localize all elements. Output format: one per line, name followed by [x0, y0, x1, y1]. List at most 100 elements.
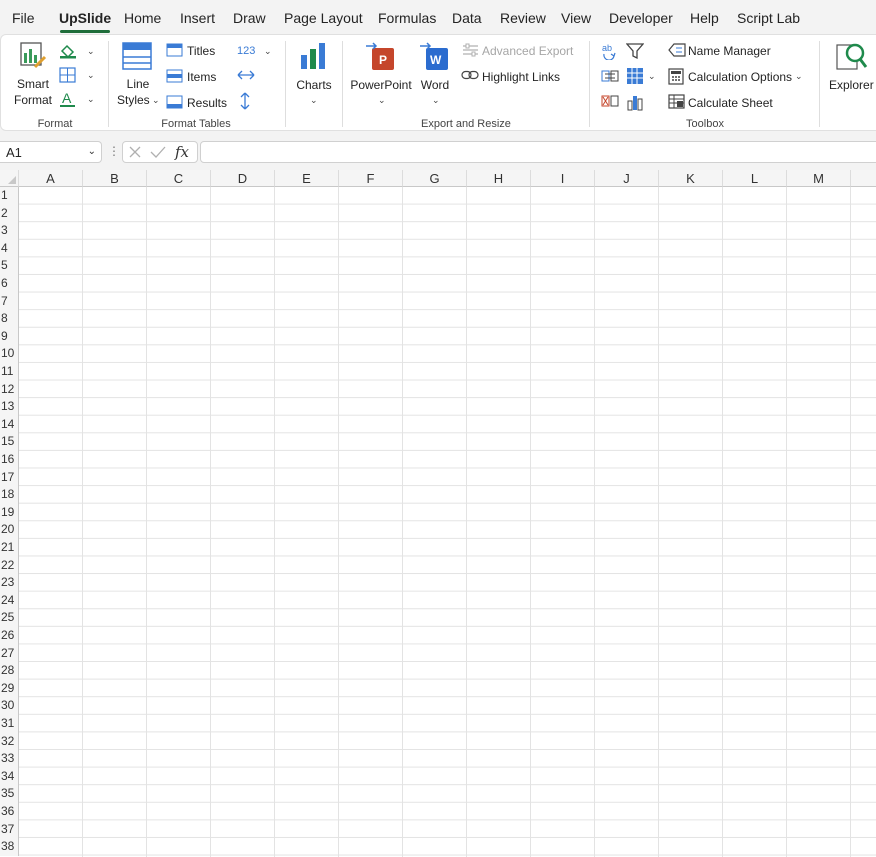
font-color-icon[interactable]: A	[59, 90, 77, 108]
row-header[interactable]: 25	[0, 609, 19, 627]
spell-check-icon[interactable]: ab	[601, 42, 619, 60]
row-header[interactable]: 10	[0, 345, 19, 363]
row-header[interactable]: 13	[0, 398, 19, 416]
name-manager-label: Name Manager	[688, 44, 771, 58]
name-box[interactable]: A1 ⌄	[0, 141, 102, 163]
table-tools-icon[interactable]	[626, 67, 644, 85]
line-styles-icon	[122, 42, 152, 70]
tab-home[interactable]: Home	[124, 9, 161, 27]
row-header[interactable]: 20	[0, 521, 19, 539]
smart-format-icon	[20, 42, 47, 69]
row-header[interactable]: 1	[0, 187, 19, 205]
tab-insert[interactable]: Insert	[180, 9, 215, 27]
row-header[interactable]: 27	[0, 644, 19, 663]
borders-icon[interactable]	[59, 67, 77, 83]
row-height-icon[interactable]	[239, 92, 251, 110]
row-header[interactable]: 8	[0, 310, 19, 328]
tab-formulas[interactable]: Formulas	[378, 9, 436, 27]
column-header-c[interactable]: C	[147, 170, 211, 187]
row-header[interactable]: 19	[0, 503, 19, 522]
borders-chevron-icon[interactable]: ⌄	[87, 70, 95, 80]
row-header[interactable]: 3	[0, 222, 19, 240]
row-header[interactable]: 37	[0, 820, 19, 839]
tab-script-lab[interactable]: Script Lab	[737, 9, 800, 27]
row-header[interactable]: 35	[0, 785, 19, 803]
delete-columns-icon[interactable]	[601, 93, 619, 109]
font-color-chevron-icon[interactable]: ⌄	[87, 94, 95, 104]
row-header[interactable]: 7	[0, 292, 19, 311]
table-tools-chevron-icon[interactable]: ⌄	[648, 71, 656, 81]
number-format-button[interactable]: 123	[237, 44, 255, 58]
row-header[interactable]: 6	[0, 275, 19, 293]
column-header-e[interactable]: E	[275, 170, 339, 187]
row-header[interactable]: 21	[0, 539, 19, 557]
column-header-h[interactable]: H	[467, 170, 531, 187]
row-header[interactable]: 14	[0, 415, 19, 434]
row-header[interactable]: 32	[0, 732, 19, 751]
row-header[interactable]: 34	[0, 767, 19, 786]
row-header[interactable]: 15	[0, 433, 19, 451]
fill-color-chevron-icon[interactable]: ⌄	[87, 46, 95, 56]
column-header-overflow	[851, 170, 876, 187]
tab-file[interactable]: File	[12, 9, 35, 27]
tab-data[interactable]: Data	[452, 9, 482, 27]
row-header[interactable]: 36	[0, 803, 19, 821]
row-header[interactable]: 16	[0, 451, 19, 469]
row-header[interactable]: 17	[0, 468, 19, 487]
name-manager-icon	[668, 43, 686, 57]
tab-page-layout[interactable]: Page Layout	[284, 9, 363, 27]
column-header-i[interactable]: I	[531, 170, 595, 187]
line-styles-chevron-icon: ⌄	[152, 95, 160, 105]
column-header-g[interactable]: G	[403, 170, 467, 187]
row-header[interactable]: 28	[0, 662, 19, 680]
row-header[interactable]: 22	[0, 556, 19, 575]
row-header[interactable]: 5	[0, 257, 19, 275]
ribbon-separator	[819, 41, 820, 127]
filter-icon[interactable]	[626, 42, 644, 60]
tab-draw[interactable]: Draw	[233, 9, 266, 27]
row-header[interactable]: 29	[0, 679, 19, 698]
enter-check-icon[interactable]	[150, 145, 166, 159]
row-header[interactable]: 30	[0, 697, 19, 715]
tab-help[interactable]: Help	[690, 9, 719, 27]
row-header[interactable]: 38	[0, 838, 19, 856]
row-header[interactable]: 26	[0, 627, 19, 645]
row-header[interactable]: 31	[0, 715, 19, 733]
tab-view[interactable]: View	[561, 9, 591, 27]
select-all-button[interactable]	[0, 170, 19, 187]
name-box-chevron-icon[interactable]: ⌄	[88, 146, 96, 157]
column-header-l[interactable]: L	[723, 170, 787, 187]
column-header-d[interactable]: D	[211, 170, 275, 187]
tab-review[interactable]: Review	[500, 9, 546, 27]
tab-developer[interactable]: Developer	[609, 9, 673, 27]
column-header-k[interactable]: K	[659, 170, 723, 187]
row-header[interactable]: 24	[0, 591, 19, 610]
row-header[interactable]: 23	[0, 574, 19, 592]
column-header-m[interactable]: M	[787, 170, 851, 187]
row-header[interactable]: 12	[0, 380, 19, 399]
fill-color-icon[interactable]	[59, 43, 77, 59]
column-header-f[interactable]: F	[339, 170, 403, 187]
column-header-b[interactable]: B	[83, 170, 147, 187]
formula-input[interactable]	[200, 141, 876, 163]
column-width-icon[interactable]	[237, 69, 255, 81]
row-header[interactable]: 11	[0, 363, 19, 381]
cell-area[interactable]	[19, 187, 876, 857]
number-format-chevron-icon[interactable]: ⌄	[264, 46, 272, 56]
row-header[interactable]: 9	[0, 327, 19, 346]
cancel-icon[interactable]	[128, 145, 142, 159]
column-header-j[interactable]: J	[595, 170, 659, 187]
word-icon: W	[420, 42, 448, 70]
spreadsheet-grid: ABCDEFGHIJKLM 1 2 3 4 5 6 7 8 9 10 11 12 13 14 15 16 17 1…	[0, 170, 876, 857]
row-header[interactable]: 33	[0, 750, 19, 768]
formula-bar-drag-icon[interactable]: ⋮	[108, 144, 120, 158]
swap-columns-icon[interactable]	[601, 68, 619, 84]
row-header[interactable]: 2	[0, 204, 19, 223]
chart-tools-icon[interactable]	[626, 93, 644, 111]
row-header[interactable]: 4	[0, 239, 19, 258]
insert-function-button[interactable]: fx	[175, 143, 189, 161]
row-header[interactable]: 18	[0, 486, 19, 504]
ribbon: Smart Format ⌄ ⌄ A ⌄ Format Line Styles …	[0, 34, 876, 131]
column-header-a[interactable]: A	[19, 170, 83, 187]
tab-upslide[interactable]: UpSlide	[59, 9, 111, 33]
